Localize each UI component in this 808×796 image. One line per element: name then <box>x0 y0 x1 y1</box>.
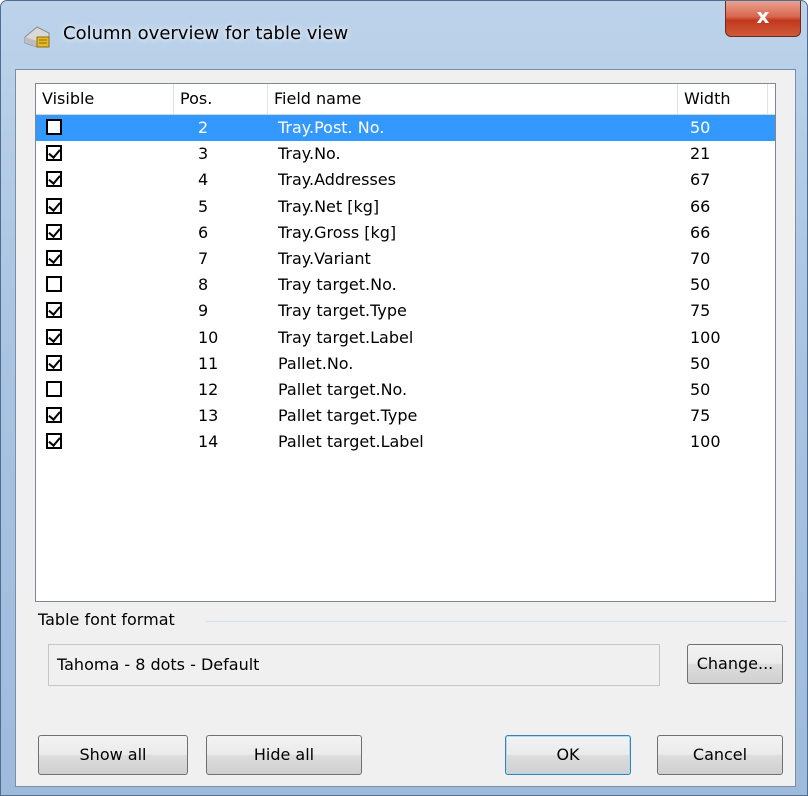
table-row[interactable]: 6 Tray.Gross [kg] 66 <box>36 220 775 246</box>
column-list[interactable]: Visible Pos. Field name Width 2 Tray.Post… <box>35 83 776 602</box>
visible-checkbox[interactable] <box>46 407 62 424</box>
pos-cell: 3 <box>198 144 209 164</box>
width-cell: 50 <box>690 118 711 137</box>
list-header: Visible Pos. Field name Width <box>36 84 775 115</box>
pos-cell: 8 <box>198 275 209 295</box>
close-icon: x <box>756 4 770 28</box>
change-font-button[interactable]: Change... <box>687 644 783 684</box>
visible-checkbox[interactable] <box>46 354 62 371</box>
window-title: Column overview for table view <box>63 23 349 44</box>
visible-checkbox[interactable] <box>46 250 62 266</box>
pos-cell: 14 <box>198 432 219 452</box>
visible-checkbox[interactable] <box>46 171 62 188</box>
width-cell: 75 <box>690 301 711 321</box>
title-bar[interactable]: Column overview for table view x <box>1 1 807 71</box>
pos-cell: 12 <box>198 380 219 399</box>
field-name-cell: Tray target.No. <box>278 275 397 295</box>
table-row[interactable]: 13 Pallet target.Type 75 <box>36 403 775 429</box>
width-cell: 50 <box>690 275 711 295</box>
field-name-cell: Pallet target.Label <box>278 432 424 452</box>
width-cell: 100 <box>690 432 721 452</box>
pos-cell: 6 <box>198 222 209 242</box>
width-cell: 75 <box>690 406 711 426</box>
table-row[interactable]: 3 Tray.No. 21 <box>36 141 775 167</box>
table-row[interactable]: 9 Tray target.Type 75 <box>36 298 775 324</box>
pos-cell: 11 <box>198 353 219 373</box>
field-name-cell: Pallet target.No. <box>278 380 408 399</box>
table-row[interactable]: 5 Tray.Net [kg] 66 <box>36 194 775 220</box>
header-field-name[interactable]: Field name <box>268 84 678 114</box>
pos-cell: 10 <box>198 327 219 347</box>
field-name-cell: Tray target.Label <box>278 327 414 347</box>
visible-checkbox[interactable] <box>46 145 62 162</box>
width-cell: 70 <box>690 249 711 268</box>
app-icon <box>24 26 50 48</box>
dialog-window: Column overview for table view x Visible… <box>0 0 808 796</box>
width-cell: 21 <box>690 144 711 164</box>
width-cell: 67 <box>690 170 711 190</box>
field-name-cell: Pallet target.Type <box>278 406 418 426</box>
visible-checkbox[interactable] <box>46 302 62 319</box>
ok-button[interactable]: OK <box>505 735 631 775</box>
visible-checkbox[interactable] <box>46 433 62 450</box>
pos-cell: 2 <box>198 118 209 137</box>
width-cell: 50 <box>690 353 711 373</box>
table-row[interactable]: 2 Tray.Post. No. 50 <box>36 115 775 141</box>
field-name-cell: Pallet.No. <box>278 353 354 373</box>
table-row[interactable]: 11 Pallet.No. 50 <box>36 351 775 377</box>
table-row[interactable]: 10 Tray target.Label 100 <box>36 325 775 351</box>
pos-cell: 13 <box>198 406 219 426</box>
visible-checkbox[interactable] <box>46 119 62 135</box>
width-cell: 66 <box>690 222 711 242</box>
visible-checkbox[interactable] <box>46 197 62 214</box>
field-name-cell: Tray.Post. No. <box>278 118 385 137</box>
pos-cell: 7 <box>198 249 209 268</box>
dialog-client-area: Visible Pos. Field name Width 2 Tray.Post… <box>15 69 796 787</box>
field-name-cell: Tray.Variant <box>278 249 371 268</box>
group-divider <box>206 621 787 622</box>
show-all-button[interactable]: Show all <box>38 735 188 775</box>
width-cell: 50 <box>690 380 711 399</box>
visible-checkbox[interactable] <box>46 276 62 293</box>
visible-checkbox[interactable] <box>46 223 62 240</box>
cancel-button[interactable]: Cancel <box>657 735 783 775</box>
hide-all-button[interactable]: Hide all <box>206 735 362 775</box>
field-name-cell: Tray.Addresses <box>278 170 396 190</box>
width-cell: 100 <box>690 327 721 347</box>
pos-cell: 5 <box>198 196 209 216</box>
font-format-field: Tahoma - 8 dots - Default <box>48 644 660 686</box>
table-row[interactable]: 12 Pallet target.No. 50 <box>36 377 775 403</box>
field-name-cell: Tray target.Type <box>278 301 407 321</box>
pos-cell: 4 <box>198 170 209 190</box>
close-button[interactable]: x <box>725 1 801 37</box>
header-visible[interactable]: Visible <box>36 84 174 114</box>
header-width[interactable]: Width <box>678 84 768 114</box>
table-row[interactable]: 7 Tray.Variant 70 <box>36 246 775 272</box>
table-row[interactable]: 4 Tray.Addresses 67 <box>36 167 775 193</box>
font-format-label: Table font format <box>38 610 179 629</box>
field-name-cell: Tray.Gross [kg] <box>278 222 397 242</box>
visible-checkbox[interactable] <box>46 381 62 397</box>
pos-cell: 9 <box>198 301 209 321</box>
visible-checkbox[interactable] <box>46 328 62 345</box>
field-name-cell: Tray.Net [kg] <box>278 196 380 216</box>
field-name-cell: Tray.No. <box>278 144 341 164</box>
header-pos[interactable]: Pos. <box>174 84 268 114</box>
table-row[interactable]: 8 Tray target.No. 50 <box>36 272 775 298</box>
width-cell: 66 <box>690 196 711 216</box>
table-row[interactable]: 14 Pallet target.Label 100 <box>36 429 775 455</box>
